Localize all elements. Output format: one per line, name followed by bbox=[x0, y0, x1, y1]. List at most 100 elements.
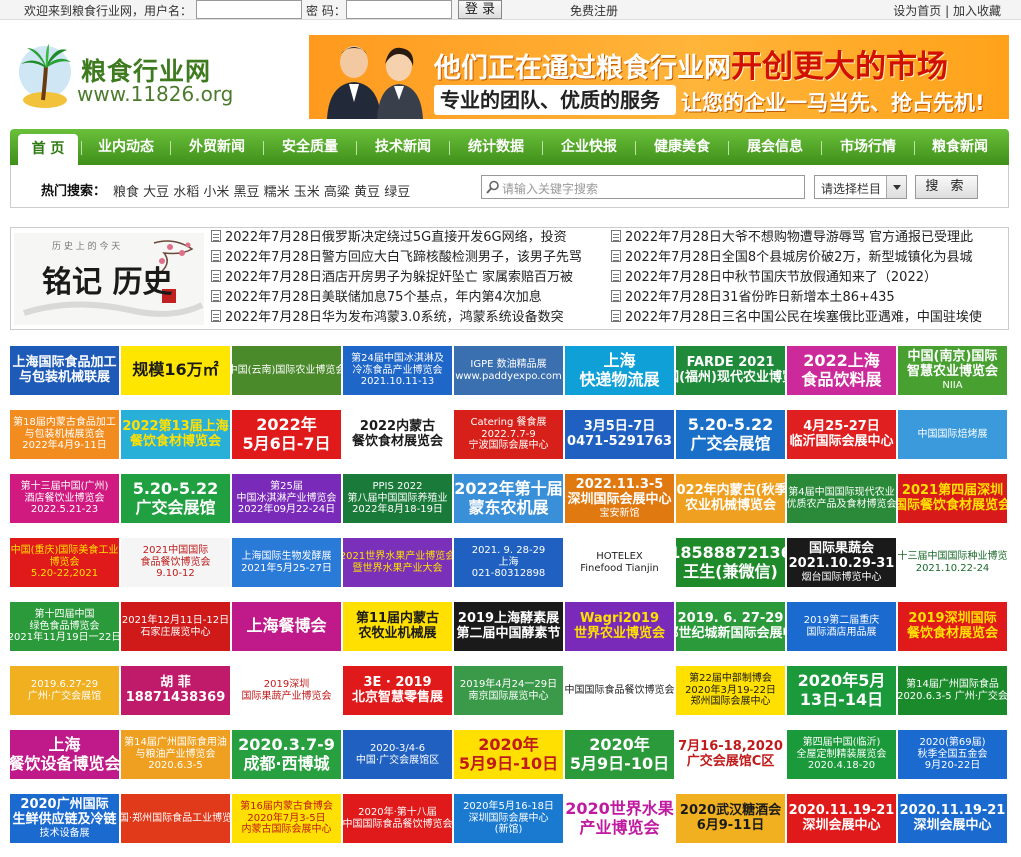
exhibition-ad[interactable]: 5.20-5.22 广交会展馆 bbox=[121, 474, 230, 523]
nav-item[interactable]: 统计数据 bbox=[452, 129, 540, 165]
nav-item[interactable]: 外贸新闻 bbox=[173, 129, 261, 165]
nav-item[interactable]: 业内动态 bbox=[84, 129, 168, 165]
exhibition-ad[interactable]: 第十四届中国 绿色食品博览会 2021年11月19日一22日 bbox=[10, 602, 119, 651]
exhibition-ad[interactable]: 上海 快递物流展 bbox=[565, 346, 674, 395]
login-button[interactable]: 登 录 bbox=[458, 0, 502, 19]
news-item[interactable]: 2022年7月28日华为发布鸿蒙3.0系统，鸿蒙系统设备数突 bbox=[211, 308, 596, 328]
exhibition-ad[interactable]: 2022.11.3-5 深圳国际会展中心 宝安新馆 bbox=[565, 474, 674, 523]
exhibition-ad[interactable]: 第16届内蒙古食博会 2020年7月3-5日 内蒙古国际会展中心 bbox=[232, 794, 341, 843]
exhibition-ad[interactable]: 2022上海 食品饮料展 bbox=[787, 346, 896, 395]
exhibition-ad[interactable]: 第24届中国冰淇淋及 冷冻食品产业博览会 2021.10.11-13 bbox=[343, 346, 452, 395]
exhibition-ad[interactable]: 2019深圳国际 餐饮食材展览会 bbox=[898, 602, 1007, 651]
exhibition-ad[interactable]: 国际果蔬会 2021.10.29-31 烟台国际博览中心 bbox=[787, 538, 896, 587]
exhibition-ad[interactable]: PPIS 2022 第八届中国国际养殖业 2022年8月18-19日 bbox=[343, 474, 452, 523]
exhibition-ad[interactable]: 规模16万㎡ bbox=[121, 346, 230, 395]
exhibition-ad[interactable]: 3月5日-7日 0471-5291763 bbox=[565, 410, 674, 459]
exhibition-ad[interactable]: 2020.11.19-21 深圳会展中心 bbox=[787, 794, 896, 843]
site-logo[interactable]: 粮食行业网 www.11826.org bbox=[15, 40, 235, 112]
exhibition-ad[interactable]: 第18届内蒙古食品加工 与包装机械展览会 2022年4月9-11日 bbox=[10, 410, 119, 459]
chevron-down-icon[interactable] bbox=[886, 176, 906, 198]
news-item[interactable]: 2022年7月28日美联储加息75个基点，年内第4次加息 bbox=[211, 288, 596, 308]
exhibition-ad[interactable]: 2021世界水果产业博览会 暨世界水果产业大会 bbox=[343, 538, 452, 587]
register-link[interactable]: 免费注册 bbox=[570, 2, 618, 19]
exhibition-ad[interactable]: FARDE 2021中国(福州)现代农业博览会 bbox=[676, 346, 785, 395]
nav-item[interactable]: 安全质量 bbox=[266, 129, 354, 165]
exhibition-ad[interactable]: 中国国际食品餐饮博览会 bbox=[565, 666, 674, 715]
exhibition-ad[interactable]: 2021第四届深圳 国际餐饮食材展览会 bbox=[898, 474, 1007, 523]
exhibition-ad[interactable]: 第25届 中国冰淇淋产业博览会 2022年09月22-24日 bbox=[232, 474, 341, 523]
nav-item[interactable]: 首 页 bbox=[18, 134, 78, 165]
news-item[interactable]: 2022年7月28日三名中国公民在埃塞俄比亚遇难，中国驻埃使 bbox=[611, 308, 1006, 328]
exhibition-ad[interactable]: 中国(云南)国际农业博览会 bbox=[232, 346, 341, 395]
exhibition-ad[interactable]: 2020(第69届) 秋季全国五金会 9月20-22日 bbox=[898, 730, 1007, 779]
exhibition-ad[interactable]: 2020武汉糖酒会 6月9-11日 bbox=[676, 794, 785, 843]
news-item[interactable]: 2022年7月28日警方回应大白飞蹄核酸检测男子，该男子先骂 bbox=[211, 248, 596, 268]
exhibition-ad[interactable]: 2022年 5月6日-7日 bbox=[232, 410, 341, 459]
exhibition-ad[interactable]: 第4届中国国际现代农业 优质农产品及食材博览会 bbox=[787, 474, 896, 523]
exhibition-ad[interactable]: 2020广州国际 生鲜供应链及冷链 技术设备展 bbox=[10, 794, 119, 843]
exhibition-ad[interactable]: 2020年5月 13日-14日 bbox=[787, 666, 896, 715]
nav-item[interactable]: 粮食新闻 bbox=[917, 129, 1003, 165]
exhibition-ad[interactable]: 2021. 9. 28-29 上海 021-80312898 bbox=[454, 538, 563, 587]
exhibition-ad[interactable]: 第14届广州国际食用油 与粮油产业博览会 2020.6.3-5 bbox=[121, 730, 230, 779]
username-input[interactable] bbox=[196, 0, 302, 19]
exhibition-ad[interactable]: 上海国际生物发酵展 2021年5月25-27日 bbox=[232, 538, 341, 587]
exhibition-ad[interactable]: 2020年·第十八届 中国国际食品餐饮博览会 bbox=[343, 794, 452, 843]
exhibition-ad[interactable]: 中国国际焙烤展 bbox=[898, 410, 1007, 459]
exhibition-ad[interactable]: 18588872136王生(兼微信) bbox=[676, 538, 785, 587]
exhibition-ad[interactable]: 2020年 5月9日-10日 bbox=[454, 730, 563, 779]
exhibition-ad[interactable]: HOTELEX Finefood Tianjin bbox=[565, 538, 674, 587]
exhibition-ad[interactable]: 2020年 5月9日-10日 bbox=[565, 730, 674, 779]
exhibition-ad[interactable]: 2020世界水果 产业博览会 bbox=[565, 794, 674, 843]
exhibition-ad[interactable]: 2022年内蒙古(秋季)农业机械博览会 bbox=[676, 474, 785, 523]
history-image[interactable]: 历 史 上 的 今 天 铭记 历史 bbox=[14, 233, 204, 325]
search-button[interactable]: 搜 索 bbox=[915, 175, 978, 199]
exhibition-ad[interactable]: 第14届广州国际食品 2020.6.3-5 广州·广交会 bbox=[898, 666, 1007, 715]
nav-item[interactable]: 展会信息 bbox=[731, 129, 819, 165]
exhibition-ad[interactable]: 第十三届中国(广州) 酒店餐饮业博览会 2022.5.21-23 bbox=[10, 474, 119, 523]
exhibition-ad[interactable]: 2019第二届重庆 国际酒店用品展 bbox=[787, 602, 896, 651]
exhibition-ad[interactable]: Wagri2019 世界农业博览会 bbox=[565, 602, 674, 651]
hot-search-words[interactable]: 粮食 大豆 水稻 小米 黑豆 糯米 玉米 高粱 黄豆 绿豆 bbox=[113, 181, 410, 200]
news-item[interactable]: 2022年7月28日俄罗斯决定绕过5G直接开发6G网络，投资 bbox=[211, 228, 596, 248]
exhibition-ad[interactable]: 2019.6.27-29 广州·广交会展馆 bbox=[10, 666, 119, 715]
exhibition-ad[interactable]: 2021中国国际 食品餐饮博览会 9.10-12 bbox=[121, 538, 230, 587]
exhibition-ad[interactable]: 中国·郑州国际食品工业博览会 bbox=[121, 794, 230, 843]
news-item[interactable]: 2022年7月28日中秋节国庆节放假通知来了（2022） bbox=[611, 268, 1006, 288]
exhibition-ad[interactable]: 第四届中国(临沂) 全屋定制精装展览会 2020.4.18-20 bbox=[787, 730, 896, 779]
news-item[interactable]: 2022年7月28日31省份昨日新增本土86+435 bbox=[611, 288, 1006, 308]
exhibition-ad[interactable]: 2022第13届上海 餐饮食材博览会 bbox=[121, 410, 230, 459]
exhibition-ad[interactable]: 2021年12月11日-12日 石家庄展览中心 bbox=[121, 602, 230, 651]
exhibition-ad[interactable]: 上海 餐饮设备博览会 bbox=[10, 730, 119, 779]
exhibition-ad[interactable]: 2022内蒙古 餐饮食材展览会 bbox=[343, 410, 452, 459]
exhibition-ad[interactable]: 7月16-18,2020 广交会展馆C区 bbox=[676, 730, 785, 779]
exhibition-ad[interactable]: 2020.11.19-21 深圳会展中心 bbox=[898, 794, 1007, 843]
exhibition-ad[interactable]: 上海国际食品加工 与包装机械联展 bbox=[10, 346, 119, 395]
nav-item[interactable]: 健康美食 bbox=[638, 129, 726, 165]
exhibition-ad[interactable]: 中国(重庆)国际美食工业 博览会 5.20-22,2021 bbox=[10, 538, 119, 587]
news-item[interactable]: 2022年7月28日大爷不想购物遭导游辱骂 官方通报已受理此 bbox=[611, 228, 1006, 248]
exhibition-ad[interactable]: 2020.3.7-9 成都·西博城 bbox=[232, 730, 341, 779]
exhibition-ad[interactable]: 第11届内蒙古 农牧业机械展 bbox=[343, 602, 452, 651]
exhibition-ad[interactable]: 2019年4月24一29日 南京国际展览中心 bbox=[454, 666, 563, 715]
news-item[interactable]: 2022年7月28日酒店开房男子为躲捉奸坠亡 家属索赔百万被 bbox=[211, 268, 596, 288]
exhibition-ad[interactable]: 5.20-5.22 广交会展馆 bbox=[676, 410, 785, 459]
exhibition-ad[interactable]: 胡 菲 18871438369 bbox=[121, 666, 230, 715]
news-item[interactable]: 2022年7月28日全国8个县城房价破2万，新型城镇化为县城 bbox=[611, 248, 1006, 268]
exhibition-ad[interactable]: 2019深圳 国际果蔬产业博览会 bbox=[232, 666, 341, 715]
exhibition-ad[interactable]: Catering 餐食展 2022.7.7-9 宁波国际会展中心 bbox=[454, 410, 563, 459]
set-home-link[interactable]: 设为首页 bbox=[893, 4, 941, 18]
password-input[interactable] bbox=[346, 0, 452, 19]
nav-item[interactable]: 技术新闻 bbox=[359, 129, 447, 165]
add-favorite-link[interactable]: 加入收藏 bbox=[953, 4, 1001, 18]
nav-item[interactable]: 市场行情 bbox=[824, 129, 912, 165]
exhibition-ad[interactable]: 中国(南京)国际 智慧农业博览会 NIIA bbox=[898, 346, 1007, 395]
exhibition-ad[interactable]: 2022年第十届 蒙东农机展 bbox=[454, 474, 563, 523]
exhibition-ad[interactable]: 2020-3/4-6 中国·广交会展馆区 bbox=[343, 730, 452, 779]
exhibition-ad[interactable]: IGPE 数油精品展 www.paddyexpo.com bbox=[454, 346, 563, 395]
exhibition-ad[interactable]: 4月25-27日 临沂国际会展中心 bbox=[787, 410, 896, 459]
exhibition-ad[interactable]: 2020年5月16-18日 深圳国际会展中心 (新馆) bbox=[454, 794, 563, 843]
exhibition-ad[interactable]: 2019上海酵素展 第二届中国酵素节 bbox=[454, 602, 563, 651]
exhibition-ad[interactable]: 上海餐博会 bbox=[232, 602, 341, 651]
header-banner-ad[interactable]: 他们正在通过粮食行业网开创更大的市场 专业的团队、优质的服务 让您的企业一马当先… bbox=[309, 35, 1009, 119]
